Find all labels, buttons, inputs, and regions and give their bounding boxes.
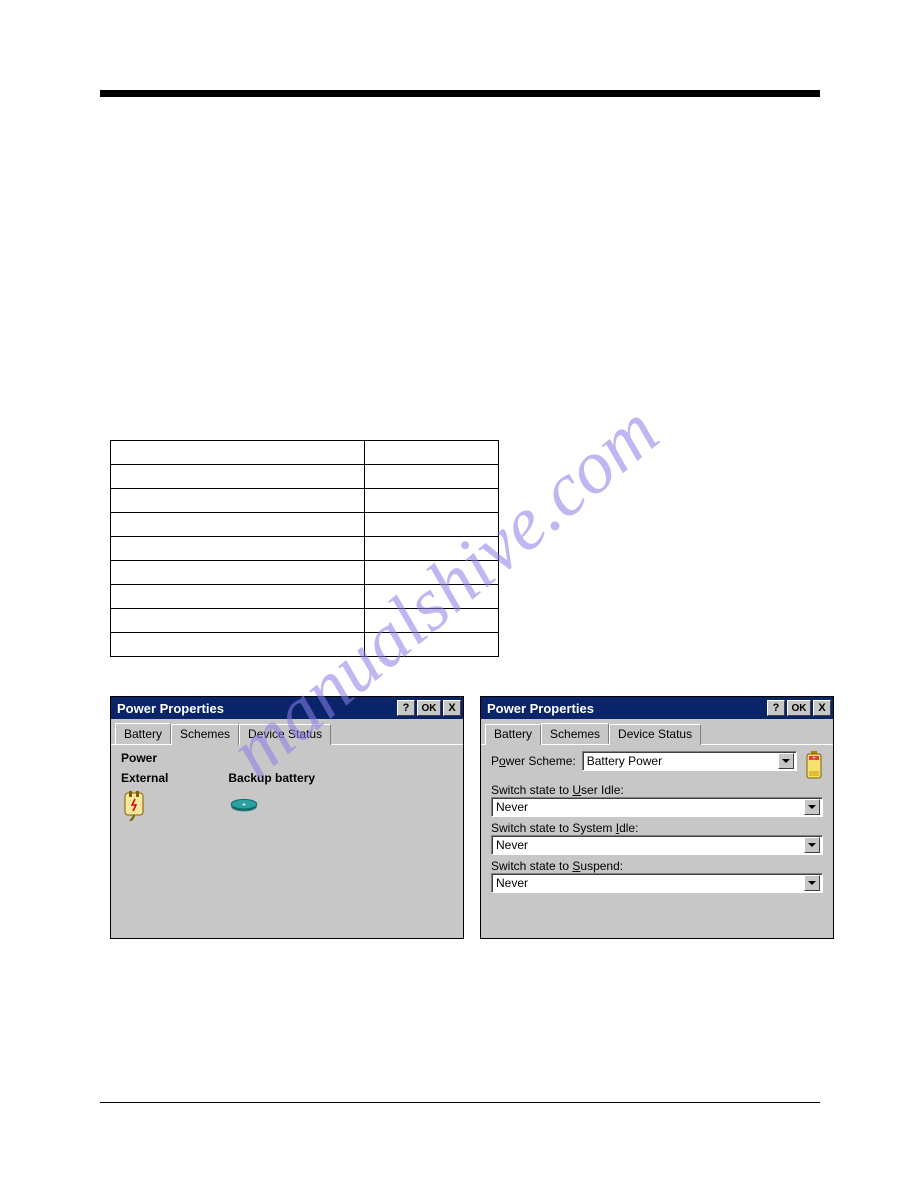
suspend-label: Switch state to Suspend:	[491, 859, 823, 873]
svg-text:+: +	[812, 756, 816, 762]
backup-label: Backup battery	[228, 771, 315, 785]
power-scheme-dropdown[interactable]: Battery Power	[582, 751, 797, 771]
ok-button[interactable]: OK	[417, 700, 441, 716]
table-row	[111, 609, 499, 633]
close-button[interactable]: X	[443, 700, 461, 716]
tab-battery[interactable]: Battery	[115, 723, 171, 744]
empty-table	[110, 440, 499, 657]
tab-device-status[interactable]: Device Status	[239, 724, 331, 745]
table-row	[111, 633, 499, 657]
battery-disc-icon: +	[228, 797, 260, 813]
chevron-down-icon	[804, 875, 820, 891]
help-button[interactable]: ?	[397, 700, 415, 716]
dialog-title: Power Properties	[117, 701, 395, 716]
table-row	[111, 537, 499, 561]
power-properties-dialog-schemes: Power Properties ? OK X Battery Schemes …	[480, 696, 834, 939]
table-row	[111, 489, 499, 513]
tab-battery[interactable]: Battery	[485, 724, 541, 745]
svg-text:+: +	[242, 802, 246, 809]
power-heading: Power	[121, 751, 453, 765]
tab-schemes[interactable]: Schemes	[541, 723, 609, 744]
power-scheme-label: Power Scheme:	[491, 754, 576, 768]
external-power-block: External	[121, 771, 168, 824]
titlebar: Power Properties ? OK X	[481, 697, 833, 719]
backup-battery-block: Backup battery +	[228, 771, 315, 824]
page-divider	[100, 90, 820, 97]
battery-icon: +	[805, 751, 823, 779]
system-idle-dropdown[interactable]: Never	[491, 835, 823, 855]
user-idle-dropdown[interactable]: Never	[491, 797, 823, 817]
dialog-title: Power Properties	[487, 701, 765, 716]
table-row	[111, 513, 499, 537]
titlebar: Power Properties ? OK X	[111, 697, 463, 719]
table-row	[111, 441, 499, 465]
power-properties-dialog-battery: Power Properties ? OK X Battery Schemes …	[110, 696, 464, 939]
plug-icon	[121, 789, 153, 821]
tabstrip: Battery Schemes Device Status	[111, 719, 463, 745]
suspend-dropdown[interactable]: Never	[491, 873, 823, 893]
table-row	[111, 465, 499, 489]
close-button[interactable]: X	[813, 700, 831, 716]
help-button[interactable]: ?	[767, 700, 785, 716]
external-label: External	[121, 771, 168, 785]
footer-divider	[100, 1102, 820, 1103]
chevron-down-icon	[804, 837, 820, 853]
table-row	[111, 585, 499, 609]
tab-schemes[interactable]: Schemes	[171, 724, 239, 745]
user-idle-label: Switch state to User Idle:	[491, 783, 823, 797]
chevron-down-icon	[804, 799, 820, 815]
tab-device-status[interactable]: Device Status	[609, 724, 701, 745]
tabstrip: Battery Schemes Device Status	[481, 719, 833, 745]
ok-button[interactable]: OK	[787, 700, 811, 716]
chevron-down-icon	[778, 753, 794, 769]
system-idle-label: Switch state to System Idle:	[491, 821, 823, 835]
table-row	[111, 561, 499, 585]
